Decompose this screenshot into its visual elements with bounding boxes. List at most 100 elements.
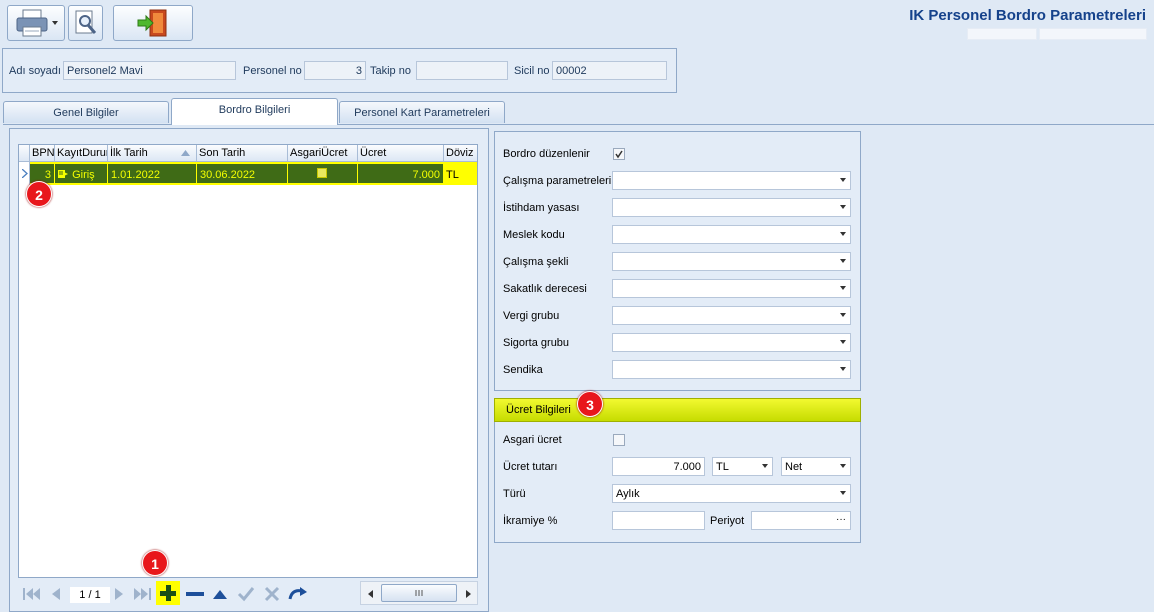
col-currency[interactable]: Döviz [444,145,477,162]
work-type-dropdown[interactable] [612,252,851,271]
callout-badge-1: 1 [142,550,168,576]
payroll-grid[interactable]: BPN KayıtDurumu İlk Tarih Son Tarih Asga… [18,144,478,578]
col-bpn[interactable]: BPN [30,145,55,162]
union-dropdown[interactable] [612,360,851,379]
title-strip [967,28,1037,40]
col-wage[interactable]: Ücret [358,145,444,162]
edit-record-button[interactable] [210,586,230,602]
callout-badge-3: 3 [577,391,603,417]
horizontal-scrollbar[interactable] [360,581,478,605]
bonus-percent-label: İkramiye % [503,515,558,527]
work-type-label: Çalışma şekli [503,256,569,268]
tracking-no-label: Takip no [370,65,411,77]
print-preview-button[interactable] [68,5,103,41]
last-record-button[interactable] [131,586,153,602]
cancel-record-button[interactable] [261,586,283,602]
bonus-percent-input[interactable] [612,511,705,530]
cell-start-date[interactable]: 1.01.2022 [108,162,197,185]
ellipsis-icon[interactable]: ··· [836,514,846,525]
payroll-parameters-panel: Bordro düzenlenir Çalışma parametreleri … [494,131,861,391]
magnifier-icon [75,10,96,34]
work-parameters-label: Çalışma parametreleri [503,175,612,187]
min-wage-panel-checkbox[interactable] [613,434,625,446]
col-start-date-label: İlk Tarih [110,147,148,159]
page-title: IK Personel Bordro Parametreleri [909,7,1146,24]
tab-payroll[interactable]: Bordro Bilgileri [171,98,338,125]
wage-info-section-header[interactable]: Ücret Bilgileri [494,398,861,422]
prev-record-button[interactable] [47,586,65,602]
occupation-code-label: Meslek kodu [503,229,565,241]
personnel-no-field[interactable]: 3 [304,61,366,80]
scroll-thumb[interactable] [381,584,457,602]
sort-ascending-icon [181,150,190,156]
registry-no-field[interactable]: 00002 [552,61,667,80]
insurance-group-label: Sigorta grubu [503,337,570,349]
tab-general[interactable]: Genel Bilgiler [3,101,169,123]
cell-min-wage[interactable] [288,162,358,185]
min-wage-checkbox[interactable] [317,168,327,178]
name-field[interactable]: Personel2 Mavi [63,61,236,80]
add-record-button[interactable] [156,581,180,605]
first-record-button[interactable] [21,586,43,602]
net-gross-dropdown[interactable]: Net [781,457,851,476]
disability-degree-dropdown[interactable] [612,279,851,298]
currency-dropdown[interactable]: TL [712,457,773,476]
col-start-date[interactable]: İlk Tarih [108,145,197,162]
print-button[interactable] [7,5,65,41]
union-label: Sendika [503,364,543,376]
type-dropdown[interactable]: Aylık [612,484,851,503]
wage-amount-input[interactable]: 7.000 [612,457,705,476]
disability-degree-label: Sakatlık derecesi [503,283,587,295]
cell-end-date[interactable]: 30.06.2022 [197,162,288,185]
checkmark-icon [237,587,255,602]
last-record-icon [134,588,151,600]
employment-law-label: İstihdam yasası [503,202,580,214]
wage-amount-label: Ücret tutarı [503,461,558,473]
insurance-group-dropdown[interactable] [612,333,851,352]
entry-status-icon [58,170,68,178]
refresh-icon [288,587,307,600]
col-min-wage[interactable]: AsgariÜcret [288,145,358,162]
col-end-date[interactable]: Son Tarih [197,145,288,162]
personnel-header: Adı soyadı Personel2 Mavi Personel no 3 … [2,48,677,93]
cell-record-status-text: Giriş [72,169,95,181]
exit-door-icon [137,9,167,37]
next-record-icon [115,588,123,600]
title-strip [1039,28,1147,40]
record-counter: 1 / 1 [70,587,110,603]
grid-navigator: 1 / 1 [18,578,478,608]
triangle-up-icon [213,590,227,599]
period-label: Periyot [710,515,745,527]
close-icon [264,586,280,602]
period-picker[interactable]: ··· [751,511,851,530]
exit-button[interactable] [113,5,193,41]
save-record-button[interactable] [235,586,257,602]
checkmark-icon [615,150,623,159]
delete-record-button[interactable] [184,586,206,602]
work-parameters-dropdown[interactable] [612,171,851,190]
cell-currency[interactable]: TL [444,162,477,185]
row-indicator [19,162,30,185]
first-record-icon [23,588,40,600]
payroll-issued-checkbox[interactable] [613,148,625,160]
tab-personnel-card[interactable]: Personel Kart Parametreleri [339,101,505,123]
tracking-no-field[interactable] [416,61,508,80]
cell-record-status[interactable]: Giriş [55,162,108,185]
printer-icon [16,9,58,37]
name-label: Adı soyadı [9,65,61,77]
occupation-code-dropdown[interactable] [612,225,851,244]
refresh-button[interactable] [287,586,309,602]
col-record-status[interactable]: KayıtDurumu [55,145,108,162]
type-label: Türü [503,488,526,500]
personnel-no-label: Personel no [243,65,302,77]
next-record-button[interactable] [110,586,128,602]
scroll-left-icon [368,590,373,598]
tax-group-dropdown[interactable] [612,306,851,325]
prev-record-icon [52,588,60,600]
registry-no-label: Sicil no [514,65,550,77]
grip-icon [415,590,423,596]
employment-law-dropdown[interactable] [612,198,851,217]
callout-badge-2: 2 [26,181,52,207]
cell-wage[interactable]: 7.000 [358,162,444,185]
minus-icon [186,592,204,596]
